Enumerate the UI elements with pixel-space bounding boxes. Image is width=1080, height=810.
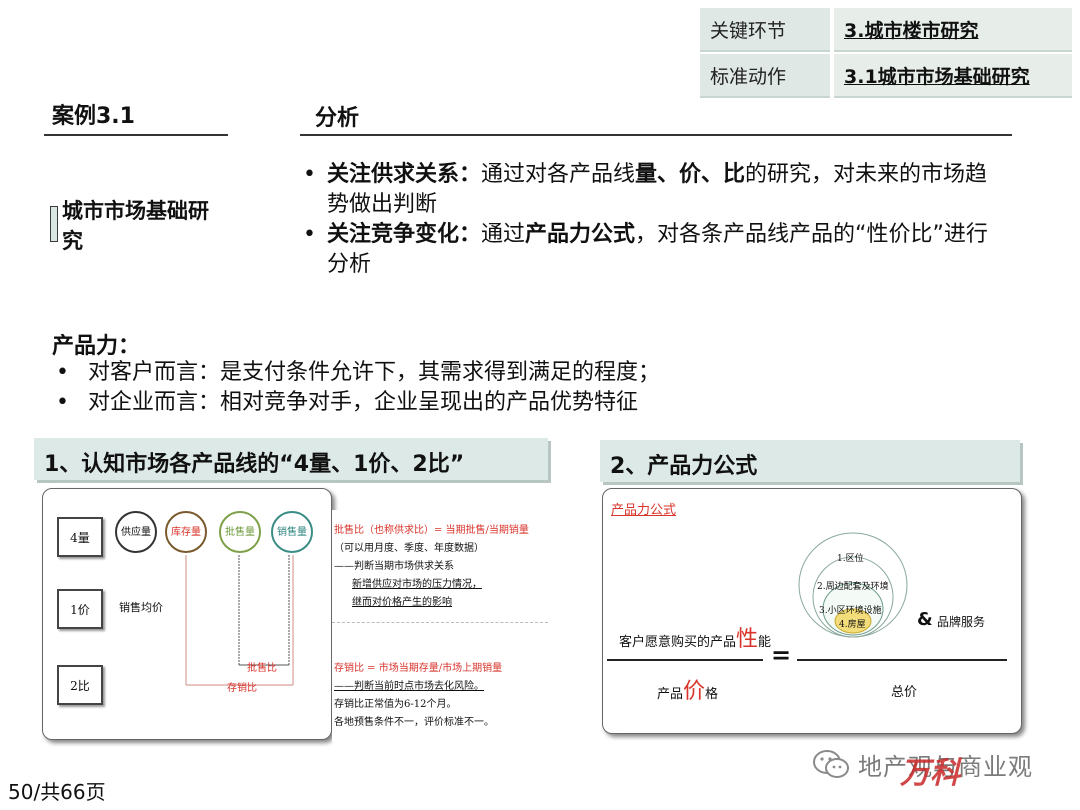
note-line: 继而对价格产生的影响	[352, 597, 452, 608]
note-formula: 批售比（也称供求比）= 当期批售/当期销量	[334, 525, 529, 536]
note-line: ——判断当期市场供求关系	[334, 561, 454, 572]
metric-notes: 批售比（也称供求比）= 当期批售/当期销量 （可以用月度、季度、年度数据） ——…	[332, 510, 548, 742]
note-formula: 存销比 = 市场当期存量/市场上期销量	[334, 663, 503, 674]
ratio-inventory-sales-label: 存销比	[227, 683, 257, 694]
header-row-key-step: 关键环节 3.城市楼市研究	[700, 8, 1072, 52]
ring-label-community: 3.小区环境设施	[819, 606, 882, 616]
divider	[300, 134, 1012, 136]
vanke-logo: 万科	[900, 756, 960, 791]
ring-label-surroundings: 2.周边配套及环境	[817, 582, 889, 592]
ampersand: &	[917, 609, 933, 630]
watermark: 地产观与商业观 万科	[812, 744, 1062, 791]
fraction-bar	[797, 659, 1007, 661]
product-power-item: • 对客户而言：是支付条件允许下，其需求得到满足的程度；	[56, 358, 660, 388]
bullet-text: 通过	[481, 222, 526, 247]
bullet-dot: •	[303, 222, 316, 247]
header-key: 标准动作	[700, 54, 830, 98]
section-banner-2: 2、产品力公式	[600, 440, 1020, 482]
bullet-bold: 量、价、比	[635, 162, 746, 187]
ratio-wholesale-label: 批售比	[247, 663, 277, 674]
item-text: 对企业而言：相对竞争对手，企业呈现出的产品优势特征	[88, 390, 639, 415]
header-key: 关键环节	[700, 8, 830, 52]
bullet-dot: •	[56, 360, 69, 385]
side-marker	[50, 206, 58, 242]
ring-label-location: 1.区位	[837, 554, 864, 564]
section-banner-1: 1、认知市场各产品线的“4量、1价、2比”	[34, 438, 548, 480]
wechat-icon	[812, 749, 850, 779]
analysis-bullet-2: • 关注竞争变化：通过产品力公式，对各条产品线产品的“性价比”进行分析	[303, 220, 1007, 280]
note-line: （可以用月度、季度、年度数据）	[334, 543, 484, 554]
nested-rings	[798, 532, 908, 638]
analysis-bullet-1: • 关注供求关系：通过对各产品线量、价、比的研究，对未来的市场趋势做出判断	[303, 160, 1007, 220]
divider	[332, 622, 548, 623]
note-line: 存销比正常值为6-12个月。	[334, 699, 457, 710]
total-price-label: 总价	[891, 685, 918, 700]
divider	[44, 134, 228, 136]
connector-lines	[185, 555, 294, 686]
bullet-dot: •	[303, 162, 316, 187]
header-value[interactable]: 3.城市楼市研究	[834, 8, 1072, 52]
product-power-title: 产品力：	[52, 334, 141, 359]
header-value[interactable]: 3.1城市市场基础研究	[834, 54, 1072, 98]
page-number: 50/共66页	[8, 780, 106, 804]
product-power-formula-diagram: 产品力公式 客户愿意购买的产品性能 产品价格 = 1.区位 2.周边配套及环境 …	[602, 488, 1022, 734]
note-line: ——判断当前时点市场去化风险。	[334, 681, 484, 692]
product-power-item: • 对企业而言：相对竞争对手，企业呈现出的产品优势特征	[56, 388, 638, 418]
brand-service-label: 品牌服务	[937, 615, 986, 629]
case-title: 案例3.1	[52, 104, 135, 129]
bullet-bold: 产品力公式	[525, 222, 636, 247]
ring-label-house: 4.房屋	[839, 620, 866, 630]
header-row-standard-action: 标准动作 3.1城市市场基础研究	[700, 54, 1072, 98]
bullet-text: 通过对各产品线	[481, 162, 636, 187]
bullet-bold: 关注竞争变化：	[327, 222, 482, 247]
bullet-bold: 关注供求关系：	[327, 162, 482, 187]
item-text: 对客户而言：是支付条件允许下，其需求得到满足的程度；	[88, 360, 661, 385]
analysis-title: 分析	[315, 106, 360, 131]
side-title: 城市市场基础研究	[62, 199, 209, 253]
note-line: 各地预售条件不一，评价标准不一。	[334, 717, 494, 728]
note-line: 新增供应对市场的压力情况，	[352, 579, 482, 590]
market-metrics-diagram: 4量 1价 2比 供应量 库存量 批售量 销售量 销售均价 批售比 存销比	[42, 488, 332, 740]
header-table: 关键环节 3.城市楼市研究 标准动作 3.1城市市场基础研究	[700, 8, 1072, 100]
bullet-dot: •	[56, 390, 69, 415]
